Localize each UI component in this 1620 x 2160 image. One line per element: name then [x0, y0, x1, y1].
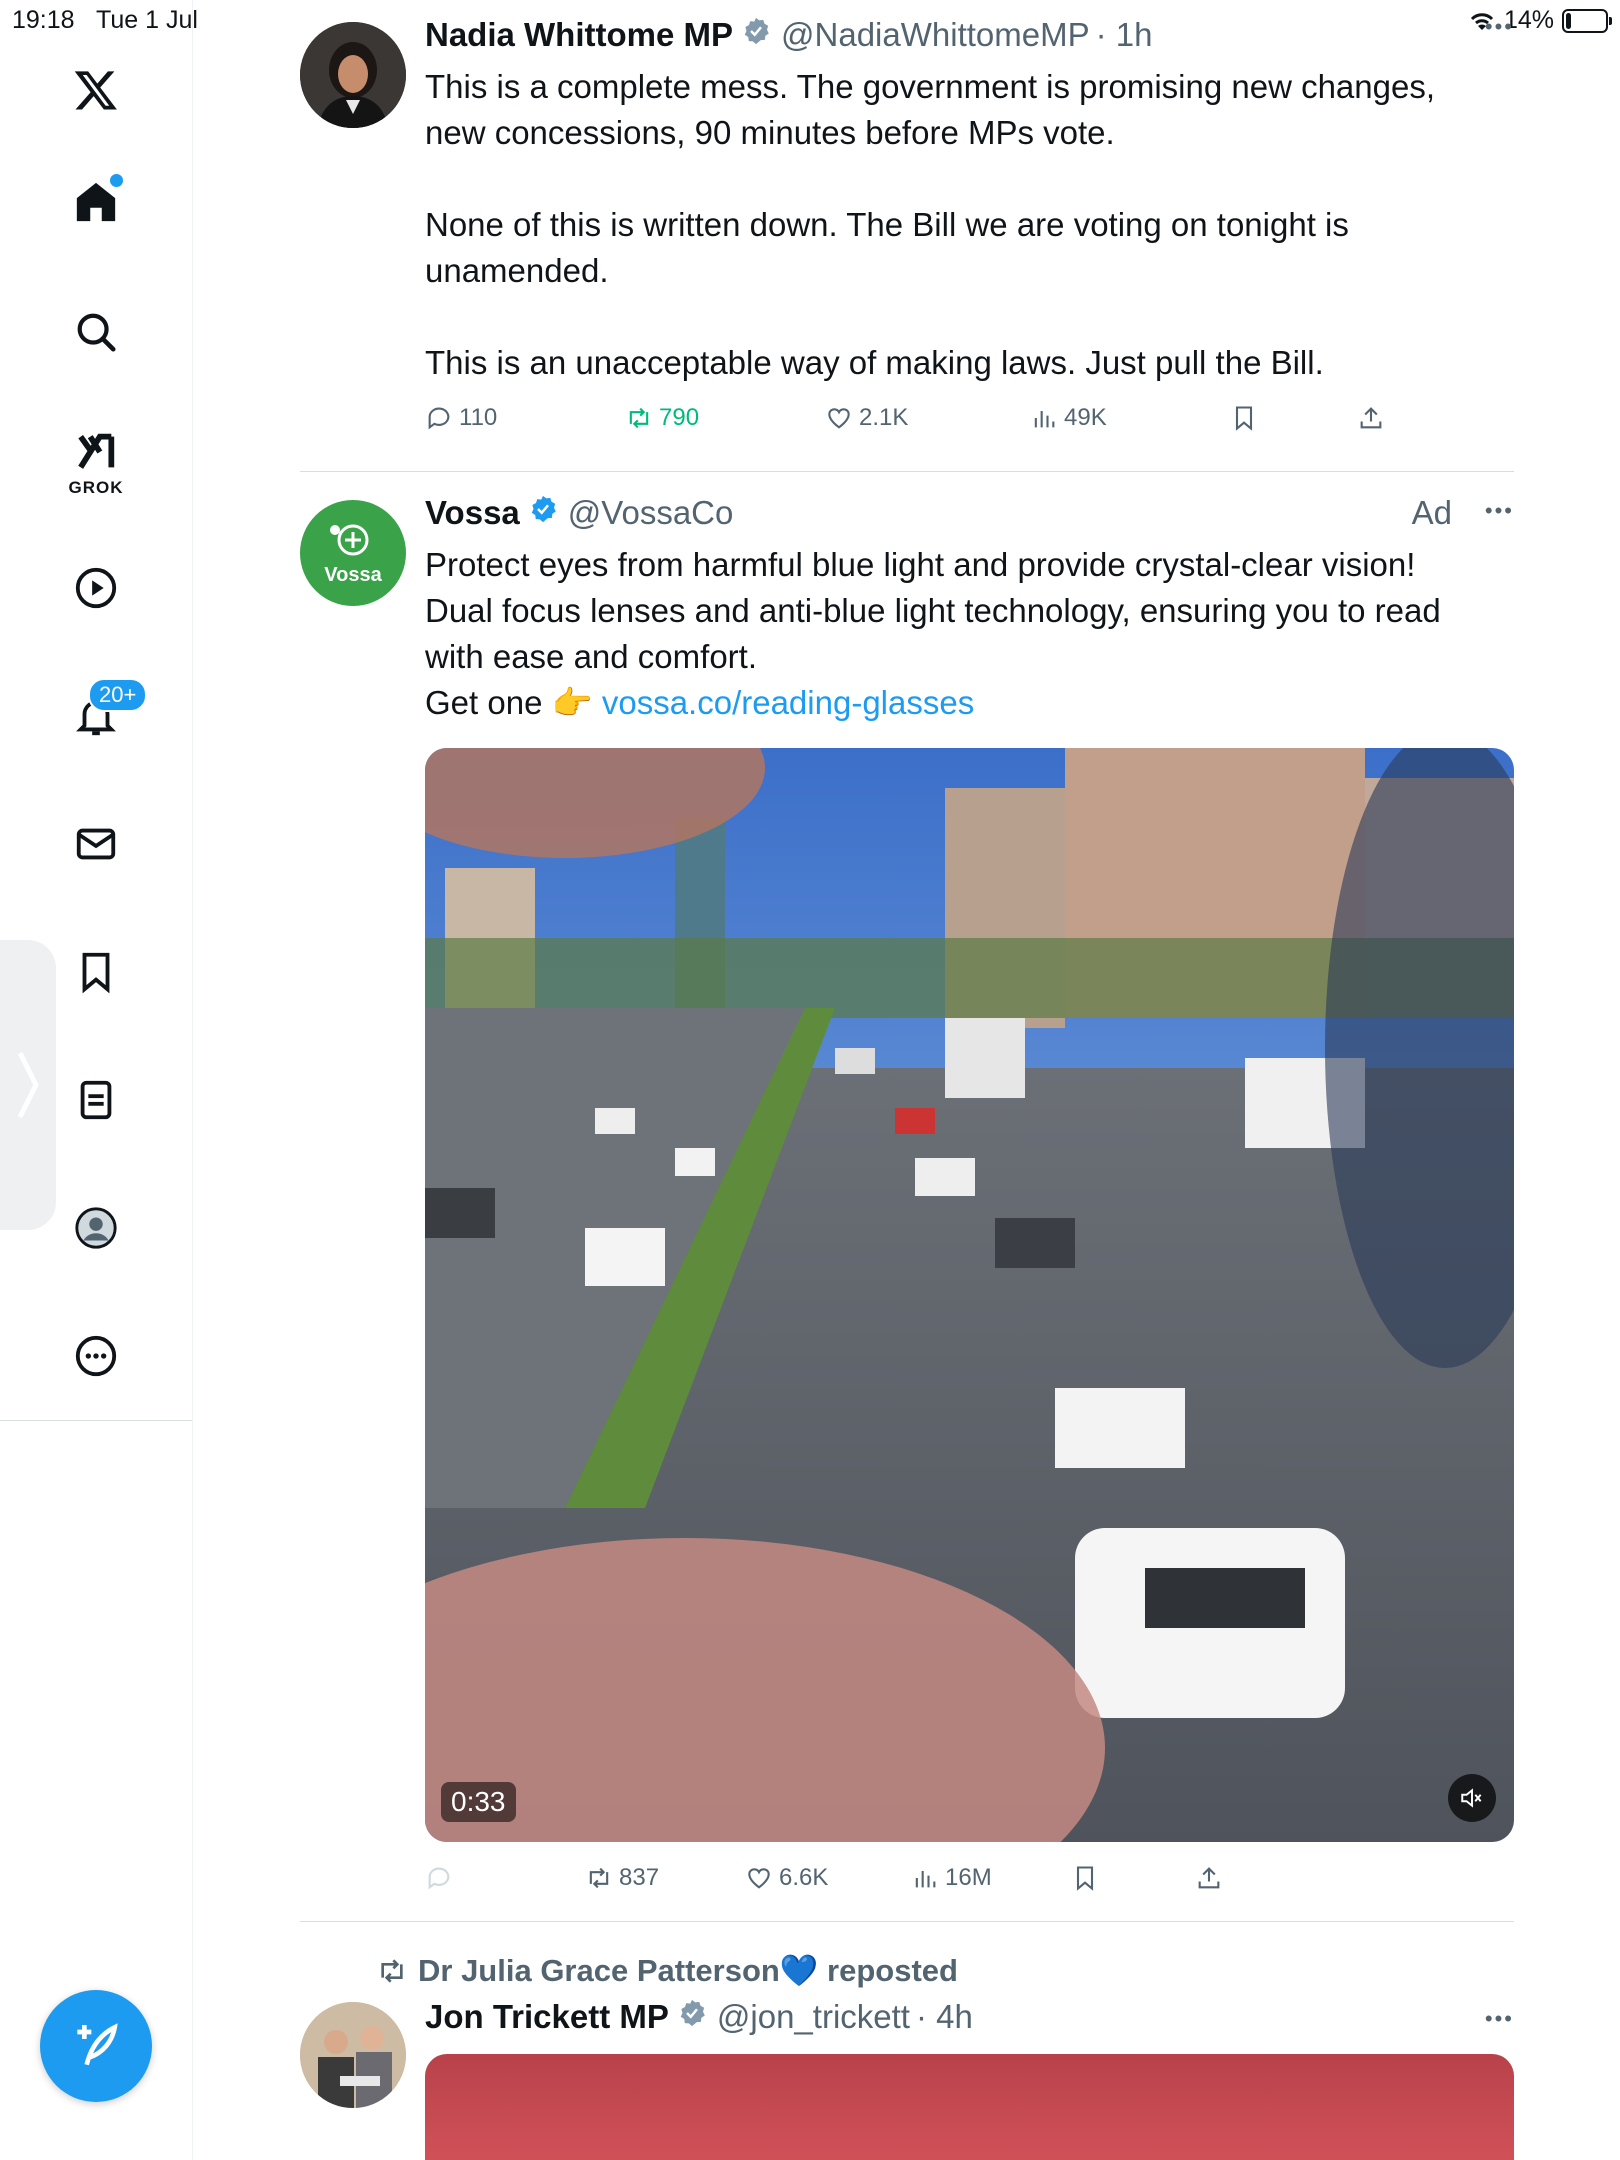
- like-button[interactable]: 2.1K: [825, 404, 908, 432]
- tweet-header: Jon Trickett MP @jon_trickett · 4h: [425, 1998, 973, 2036]
- reply-icon: [428, 1867, 450, 1890]
- bookmark-button[interactable]: [1071, 1864, 1099, 1892]
- messages-icon[interactable]: [64, 812, 128, 876]
- like-count: 6.6K: [779, 1864, 829, 1891]
- notifications-bell-icon[interactable]: 20+: [64, 678, 148, 748]
- home-icon[interactable]: [64, 170, 128, 234]
- tweet-actions: 837 6.6K 16M: [425, 1864, 1425, 1904]
- reposted-by[interactable]: Dr Julia Grace Patterson💙 reposted: [376, 1952, 958, 1989]
- repost-count: 837: [619, 1864, 660, 1891]
- verified-grey-icon: [741, 16, 771, 54]
- tweet-nadia-whittome[interactable]: Nadia Whittome MP @NadiaWhittomeMP · 1h …: [300, 0, 1514, 472]
- tweet-text: Protect eyes from harmful blue light and…: [425, 542, 1485, 726]
- tweet-time[interactable]: · 4h: [916, 1998, 973, 2036]
- compose-post-button[interactable]: [40, 1990, 152, 2102]
- avatar[interactable]: [300, 22, 406, 128]
- tweet-paragraph: This is a complete mess. The government …: [425, 68, 1436, 151]
- tweet-header: Nadia Whittome MP @NadiaWhittomeMP · 1h: [425, 16, 1152, 54]
- tweet-more-icon[interactable]: •••: [1485, 14, 1514, 40]
- grok-icon[interactable]: [64, 420, 128, 484]
- reply-button[interactable]: [425, 1864, 453, 1892]
- like-count: 2.1K: [859, 404, 909, 431]
- lists-icon[interactable]: [64, 1068, 128, 1132]
- tweet-more-icon[interactable]: •••: [1485, 498, 1514, 524]
- tweet-jon-trickett[interactable]: Dr Julia Grace Patterson💙 reposted Jon T…: [300, 1922, 1514, 2160]
- speaker-muted-icon: [1461, 1788, 1482, 1808]
- avatar[interactable]: Vossa: [300, 500, 406, 606]
- tweet-paragraph: This is an unacceptable way of making la…: [425, 344, 1324, 381]
- video-duration: 0:33: [441, 1782, 516, 1822]
- share-icon: [1360, 407, 1382, 429]
- tweet-paragraph: None of this is written down. The Bill w…: [425, 206, 1349, 289]
- views-chart-icon: [1034, 411, 1055, 428]
- ad-label: Ad: [1411, 494, 1452, 531]
- ad-video[interactable]: 0:33: [425, 748, 1514, 1842]
- reposted-by-text: Dr Julia Grace Patterson💙 reposted: [418, 1953, 958, 1988]
- tweet-more-icon[interactable]: •••: [1485, 2006, 1514, 2032]
- repost-icon: [629, 407, 649, 429]
- more-options-icon[interactable]: [64, 1324, 128, 1388]
- compose-feather-icon: [77, 2023, 118, 2066]
- views-button[interactable]: 49K: [1030, 404, 1107, 432]
- search-icon[interactable]: [64, 300, 128, 364]
- battery-icon: [1562, 8, 1612, 33]
- author-name[interactable]: Nadia Whittome MP: [425, 16, 733, 54]
- views-chart-icon: [915, 1871, 936, 1888]
- tweet-vossa-ad[interactable]: Vossa Vossa @VossaCo Ad ••• Protect eyes…: [300, 472, 1514, 1922]
- mute-button[interactable]: [1448, 1774, 1496, 1822]
- x-logo-icon[interactable]: [64, 58, 128, 122]
- bookmark-button[interactable]: [1230, 404, 1258, 432]
- video-frame-image: [425, 748, 1514, 1842]
- repost-button[interactable]: 790: [625, 404, 699, 432]
- vossa-logo-icon: [330, 524, 369, 555]
- views-button[interactable]: 16M: [911, 1864, 992, 1892]
- tweet-text: This is a complete mess. The government …: [425, 64, 1485, 386]
- grok-label: GROK: [68, 478, 124, 497]
- tweet-media-image[interactable]: [425, 2054, 1514, 2160]
- side-panel-handle[interactable]: [0, 940, 56, 1230]
- verified-blue-icon: [528, 494, 558, 532]
- reply-button[interactable]: 110: [425, 404, 497, 432]
- bookmark-icon: [1076, 1866, 1094, 1891]
- author-handle[interactable]: @NadiaWhittomeMP: [781, 16, 1090, 54]
- author-name[interactable]: Vossa: [425, 494, 520, 532]
- timeline-feed: Nadia Whittome MP @NadiaWhittomeMP · 1h …: [300, 0, 1514, 2160]
- like-button[interactable]: 6.6K: [745, 1864, 828, 1892]
- bookmarks-icon[interactable]: [64, 940, 128, 1004]
- author-handle[interactable]: @jon_trickett: [717, 1998, 910, 2036]
- share-button[interactable]: [1357, 404, 1385, 432]
- home-unread-dot: [108, 172, 125, 189]
- repost-button[interactable]: 837: [585, 1864, 659, 1892]
- sidebar-divider: [0, 1420, 192, 1421]
- video-icon[interactable]: [64, 556, 128, 620]
- share-icon: [1198, 1867, 1220, 1889]
- view-count: 49K: [1064, 404, 1107, 431]
- tweet-header: Vossa @VossaCo: [425, 494, 733, 532]
- repost-icon: [589, 1867, 609, 1889]
- reply-icon: [428, 407, 450, 430]
- verified-grey-icon: [677, 1998, 707, 2036]
- vossa-avatar-text: Vossa: [324, 563, 382, 586]
- heart-icon: [828, 408, 850, 429]
- author-name[interactable]: Jon Trickett MP: [425, 1998, 669, 2036]
- heart-icon: [748, 1868, 770, 1889]
- author-handle[interactable]: @VossaCo: [568, 494, 734, 532]
- notifications-badge: 20+: [88, 678, 148, 712]
- profile-avatar-icon[interactable]: [64, 1196, 128, 1260]
- repost-icon: [381, 1958, 403, 1983]
- repost-count: 790: [659, 404, 700, 431]
- share-button[interactable]: [1195, 1864, 1223, 1892]
- tweet-time[interactable]: · 1h: [1096, 16, 1153, 54]
- bookmark-icon: [1235, 406, 1253, 431]
- reply-count: 110: [459, 404, 498, 431]
- chevron-right-icon: [17, 1051, 39, 1119]
- avatar[interactable]: [300, 2002, 406, 2108]
- battery-level: [1566, 12, 1571, 29]
- ad-cta-text: Get one 👉: [425, 684, 602, 721]
- ad-text: Protect eyes from harmful blue light and…: [425, 546, 1441, 675]
- view-count: 16M: [945, 1864, 992, 1891]
- tweet-actions: 110 790 2.1K 49K: [425, 404, 1425, 444]
- ad-link[interactable]: vossa.co/reading-glasses: [602, 684, 974, 721]
